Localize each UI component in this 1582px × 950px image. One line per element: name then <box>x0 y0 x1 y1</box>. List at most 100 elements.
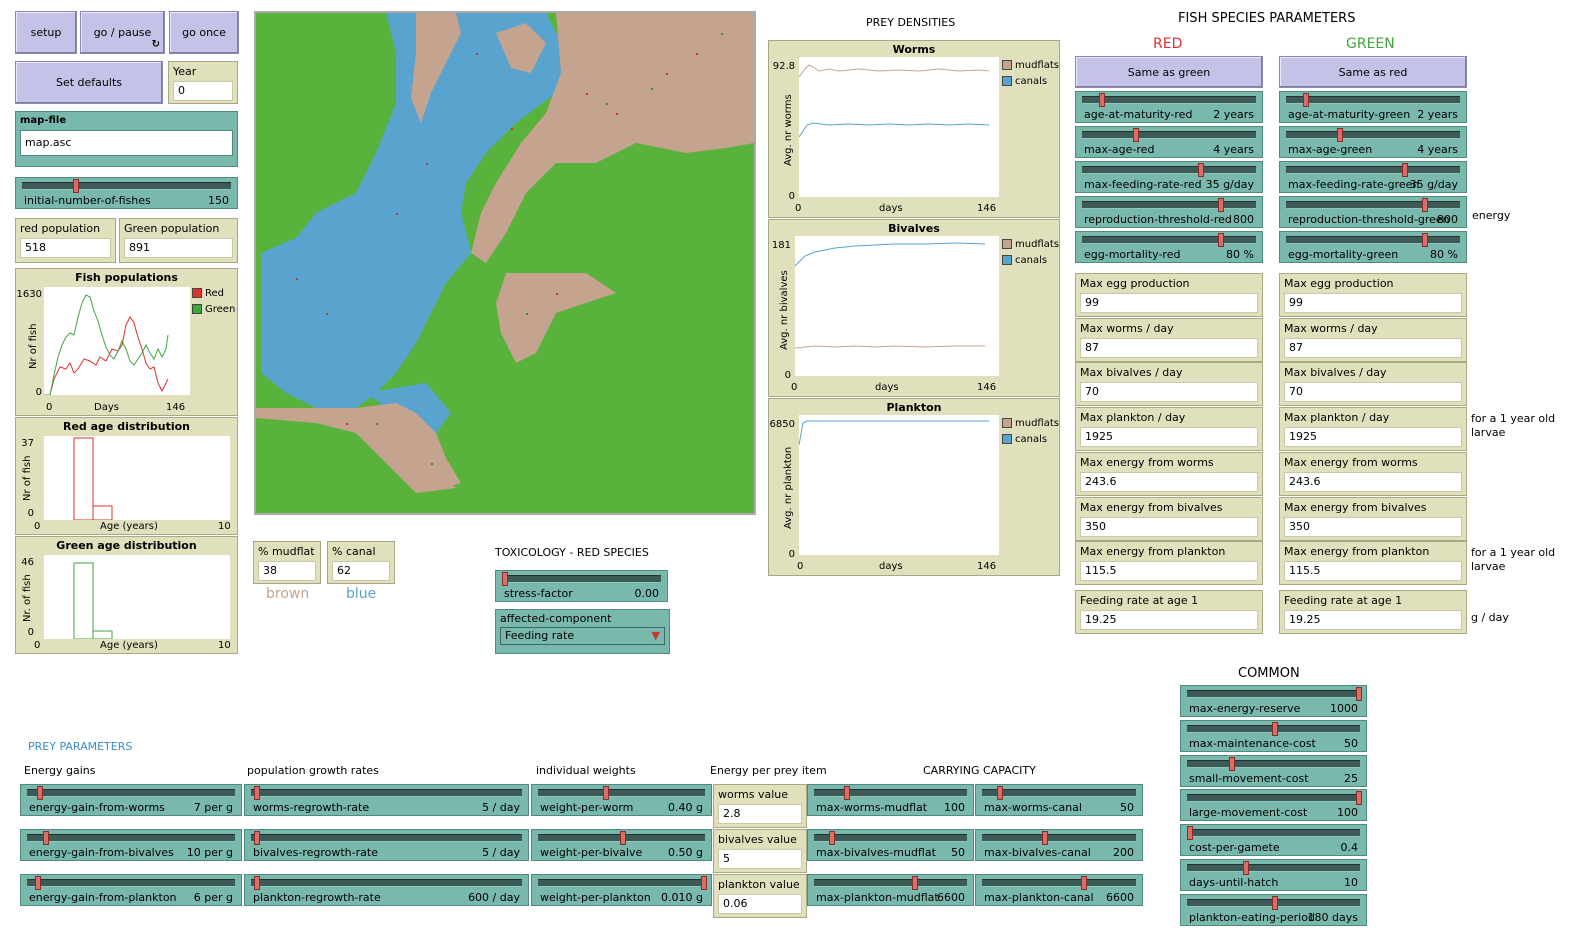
carrying-capacity-mudflat-slider[interactable]: max-plankton-mudflat 6600 <box>807 874 974 906</box>
common-param-slider[interactable]: max-energy-reserve 1000 <box>1180 685 1367 717</box>
setup-button[interactable]: setup <box>15 11 77 54</box>
slider-handle[interactable] <box>619 831 626 845</box>
green-age-chart <box>73 562 113 640</box>
fish-params-title: FISH SPECIES PARAMETERS <box>1178 11 1356 26</box>
slider-handle[interactable] <box>828 831 835 845</box>
slider-handle[interactable] <box>1229 756 1236 771</box>
slider-handle[interactable] <box>997 786 1003 800</box>
red-age-chart <box>73 437 113 521</box>
regrowth-rate-slider[interactable]: bivalves-regrowth-rate 5 / day <box>244 829 529 861</box>
regrowth-rate-slider[interactable]: worms-regrowth-rate 5 / day <box>244 784 529 816</box>
energy-gain-slider[interactable]: energy-gain-from-plankton 6 per g <box>20 874 242 906</box>
slider-handle[interactable] <box>35 876 42 890</box>
regrowth-rate-slider[interactable]: plankton-regrowth-rate 600 / day <box>244 874 529 906</box>
weight-slider[interactable]: weight-per-plankton 0.010 g <box>531 874 712 906</box>
weight-slider[interactable]: weight-per-worm 0.40 g <box>531 784 712 816</box>
plankton-legend: mudflats canals <box>1002 415 1059 447</box>
bivalves-canals-line <box>794 242 986 267</box>
slider-handle[interactable] <box>603 786 610 800</box>
carrying-capacity-canal-slider[interactable]: max-plankton-canal 6600 <box>975 874 1143 906</box>
affected-component-dropdown[interactable]: Feeding rate ▼ <box>500 627 665 645</box>
initial-number-of-fishes-slider[interactable]: initial-number-of-fishes 150 <box>15 177 238 209</box>
green-param-slider[interactable]: max-feeding-rate-green 35 g/day <box>1279 161 1467 193</box>
common-title: COMMON <box>1238 666 1300 681</box>
prey-value-input[interactable]: plankton value 0.06 <box>713 874 807 918</box>
weight-slider[interactable]: weight-per-bivalve 0.50 g <box>531 829 712 861</box>
worms-mudflats-line <box>798 64 990 78</box>
affected-component-chooser[interactable]: affected-component Feeding rate ▼ <box>495 609 670 654</box>
go-once-button[interactable]: go once <box>169 11 239 54</box>
bivalves-legend: mudflats canals <box>1002 236 1059 268</box>
common-param-slider[interactable]: max-maintenance-cost 50 <box>1180 719 1367 752</box>
red-param-slider[interactable]: max-feeding-rate-red 35 g/day <box>1075 161 1263 193</box>
slider-handle[interactable] <box>1081 876 1087 890</box>
slider-handle[interactable] <box>253 876 260 890</box>
map-file-input[interactable]: map-file map.asc <box>15 111 238 167</box>
green-param-slider[interactable]: age-at-maturity-green 2 years <box>1279 91 1467 123</box>
slider-handle[interactable] <box>502 572 508 586</box>
slider-handle[interactable] <box>1271 895 1278 910</box>
go-pause-button[interactable]: go / pause ↻ <box>80 11 165 54</box>
slider-handle[interactable] <box>1356 687 1362 701</box>
carrying-capacity-mudflat-slider[interactable]: max-worms-mudflat 100 <box>807 784 974 816</box>
slider-handle[interactable] <box>1422 198 1428 212</box>
energy-gain-slider[interactable]: energy-gain-from-worms 7 per g <box>20 784 242 816</box>
larvae-note-2a: for a 1 year old <box>1471 546 1556 559</box>
growth-rates-header: population growth rates <box>247 764 379 777</box>
slider-handle[interactable] <box>1303 93 1309 107</box>
slider-handle[interactable] <box>1042 831 1048 845</box>
red-param-slider[interactable]: age-at-maturity-red 2 years <box>1075 91 1263 123</box>
carrying-capacity-mudflat-slider[interactable]: max-bivalves-mudflat 50 <box>807 829 974 861</box>
green-param-monitor: Max worms / day 87 <box>1279 317 1467 362</box>
energy-gain-slider[interactable]: energy-gain-from-bivalves 10 per g <box>20 829 242 861</box>
green-param-slider[interactable]: reproduction-threshold-green 800 <box>1279 196 1467 228</box>
same-as-red-button[interactable]: Same as red <box>1279 56 1467 88</box>
slider-handle[interactable] <box>1099 93 1105 107</box>
slider-handle[interactable] <box>73 179 80 193</box>
slider-handle[interactable] <box>1401 163 1408 177</box>
slider-handle[interactable] <box>1133 128 1139 142</box>
carrying-capacity-canal-slider[interactable]: max-bivalves-canal 200 <box>975 829 1143 861</box>
red-param-slider[interactable]: egg-mortality-red 80 % <box>1075 231 1263 263</box>
common-param-slider[interactable]: large-movement-cost 100 <box>1180 789 1367 822</box>
slider-handle[interactable] <box>912 876 919 890</box>
slider-handle[interactable] <box>1422 233 1428 247</box>
green-param-slider[interactable]: max-age-green 4 years <box>1279 126 1467 158</box>
slider-handle[interactable] <box>1356 791 1362 806</box>
slider-handle[interactable] <box>1271 721 1278 736</box>
green-param-monitor: Max egg production 99 <box>1279 273 1467 317</box>
toxicology-title: TOXICOLOGY - RED SPECIES <box>495 546 649 559</box>
slider-handle[interactable] <box>37 786 44 800</box>
slider-handle[interactable] <box>1337 128 1343 142</box>
red-param-slider[interactable]: reproduction-threshold-red 800 <box>1075 196 1263 228</box>
set-defaults-button[interactable]: Set defaults <box>15 61 163 104</box>
slider-handle[interactable] <box>253 786 260 800</box>
red-param-slider[interactable]: max-age-red 4 years <box>1075 126 1263 158</box>
slider-handle[interactable] <box>43 831 50 845</box>
common-param-slider[interactable]: cost-per-gamete 0.4 <box>1180 824 1367 857</box>
slider-handle[interactable] <box>843 786 850 800</box>
larvae-note-1b: larvae <box>1471 426 1506 439</box>
stress-factor-slider[interactable]: stress-factor 0.00 <box>495 570 668 602</box>
carrying-capacity-canal-slider[interactable]: max-worms-canal 50 <box>975 784 1143 816</box>
slider-handle[interactable] <box>253 831 260 845</box>
worms-canals-line <box>798 122 990 138</box>
world-view[interactable] <box>254 11 756 515</box>
slider-handle[interactable] <box>1218 198 1224 212</box>
slider-handle[interactable] <box>701 876 707 890</box>
prey-value-input[interactable]: worms value 2.8 <box>713 784 807 828</box>
common-param-slider[interactable]: plankton-eating-period 180 days <box>1180 893 1367 926</box>
slider-handle[interactable] <box>1242 861 1249 875</box>
prey-value-input[interactable]: bivalves value 5 <box>713 829 807 873</box>
common-param-slider[interactable]: days-until-hatch 10 <box>1180 859 1367 891</box>
slider-handle[interactable] <box>1187 826 1193 841</box>
common-param-slider[interactable]: small-movement-cost 25 <box>1180 754 1367 787</box>
green-param-monitor: Max energy from plankton 115.5 <box>1279 541 1467 586</box>
energy-gains-header: Energy gains <box>24 764 96 777</box>
slider-handle[interactable] <box>1197 163 1204 177</box>
green-param-slider[interactable]: egg-mortality-green 80 % <box>1279 231 1467 263</box>
larvae-note-1a: for a 1 year old <box>1471 412 1556 425</box>
same-as-green-button[interactable]: Same as green <box>1075 56 1263 88</box>
plankton-plot: Plankton 6850 0 Avg. nr plankton 0 days … <box>768 398 1060 576</box>
slider-handle[interactable] <box>1218 233 1224 247</box>
